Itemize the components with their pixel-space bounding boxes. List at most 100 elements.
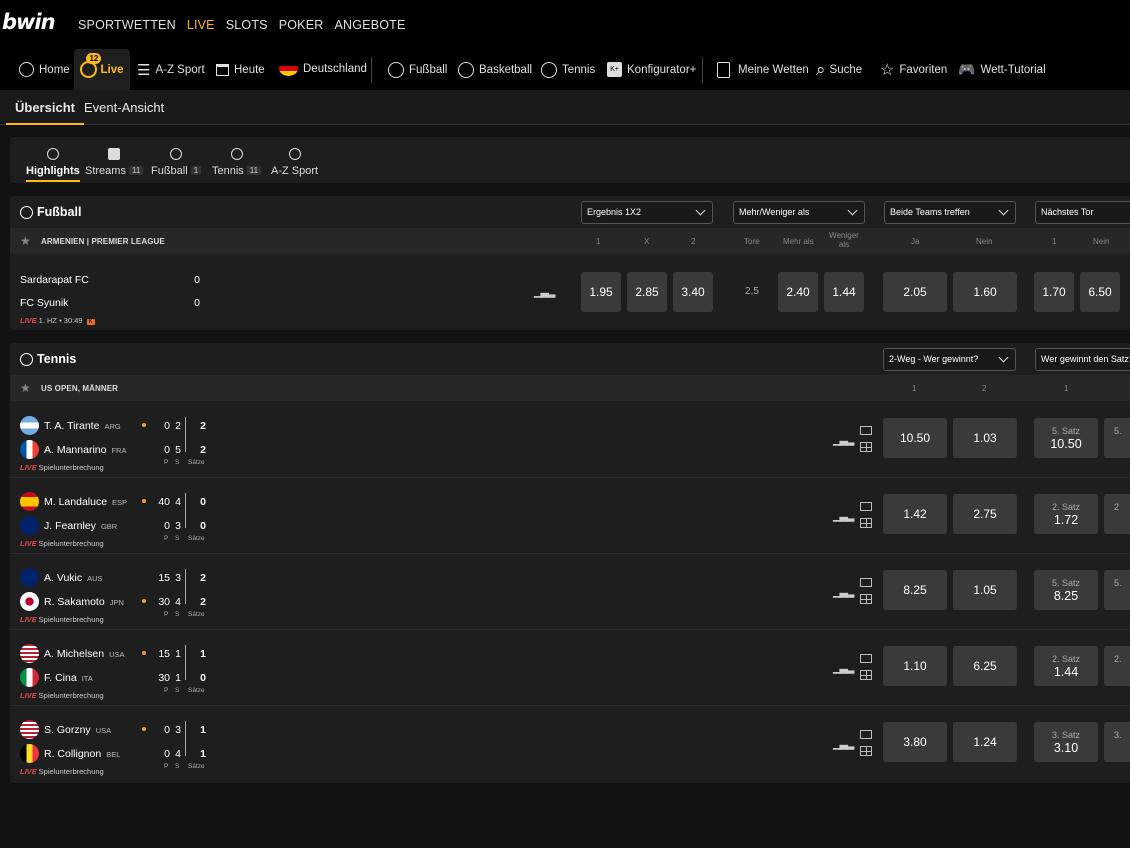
chip-tennis[interactable]: Tennis 11 <box>212 137 262 177</box>
nav-home[interactable]: Home <box>19 49 70 90</box>
market-dropdown-over-under[interactable]: Mehr/Weniger als <box>733 201 865 224</box>
scoreboard-icon[interactable] <box>860 594 872 604</box>
odd-button[interactable]: 1.44 <box>824 272 864 312</box>
odd-button[interactable]: 3.40 <box>673 272 713 312</box>
odd-button[interactable]: 1.05 <box>953 570 1017 610</box>
market-dropdown-set-winner[interactable]: Wer gewinnt den Satz? <box>1035 348 1130 371</box>
nav-meine-wetten[interactable]: Meine Wetten <box>717 49 809 90</box>
stats-icon[interactable]: ▁▃▂ <box>534 285 555 298</box>
odd-button[interactable]: 6.50 <box>1080 272 1120 312</box>
tab-event-ansicht[interactable]: Event-Ansicht <box>84 90 164 125</box>
odd-button[interactable]: 1.70 <box>1034 272 1074 312</box>
home-team[interactable]: Sardarapat FC <box>20 274 89 286</box>
player-name: A. Michelsen <box>44 648 105 660</box>
scoreboard-icon[interactable] <box>860 518 872 528</box>
scoreboard-icon[interactable] <box>860 670 872 680</box>
favorite-star-icon[interactable]: ★ <box>20 234 31 248</box>
odd-button[interactable]: 2.05 <box>883 272 947 312</box>
topnav-slots[interactable]: SLOTS <box>226 18 268 32</box>
topnav-poker[interactable]: POKER <box>279 18 324 32</box>
set-odd-button-partial[interactable]: 5. <box>1104 570 1130 610</box>
chip-az-sport[interactable]: A-Z Sport <box>271 137 318 177</box>
stats-icon[interactable]: ▁▃▂ <box>833 661 854 674</box>
odd-button[interactable]: 2.75 <box>953 494 1017 534</box>
player-2[interactable]: R. Sakamoto JPN <box>44 596 124 608</box>
topnav-angebote[interactable]: ANGEBOTE <box>334 18 405 32</box>
scoreboard-icon[interactable] <box>860 746 872 756</box>
player-2[interactable]: F. Cina ITA <box>44 672 93 684</box>
games-label: S <box>175 763 180 770</box>
bwin-logo[interactable]: bwin <box>2 10 56 34</box>
sets: 0 <box>200 672 206 684</box>
player-1[interactable]: M. Landaluce ESP <box>44 496 127 508</box>
scoreboard-icon[interactable] <box>860 442 872 452</box>
topnav-live[interactable]: LIVE <box>187 18 215 32</box>
player-2[interactable]: J. Fearnley GBR <box>44 520 117 532</box>
odd-button[interactable]: 1.10 <box>883 646 947 686</box>
nav-tennis[interactable]: Tennis <box>541 49 595 90</box>
nav-favoriten[interactable]: ☆ Favoriten <box>880 49 947 90</box>
market-dropdown-1x2[interactable]: Ergebnis 1X2 <box>581 201 713 224</box>
odd-button[interactable]: 1.24 <box>953 722 1017 762</box>
set-odd-button[interactable]: 5. Satz 10.50 <box>1034 418 1098 458</box>
nav-deutschland[interactable]: Deutschland <box>279 48 367 89</box>
nav-heute[interactable]: Heute <box>216 49 265 90</box>
chip-highlights[interactable]: Highlights <box>26 137 80 182</box>
set-odd-button[interactable]: 5. Satz 8.25 <box>1034 570 1098 610</box>
set-odd-button-partial[interactable]: 3. <box>1104 722 1130 762</box>
nav-basketball[interactable]: Basketball <box>458 49 532 90</box>
odd-button[interactable]: 1.42 <box>883 494 947 534</box>
player-1[interactable]: A. Vukic AUS <box>44 572 103 584</box>
player-2[interactable]: R. Collignon BEL <box>44 748 120 760</box>
market-dropdown-btts[interactable]: Beide Teams treffen <box>884 201 1016 224</box>
odd-button[interactable]: 2.85 <box>627 272 667 312</box>
points-label: P <box>164 687 169 694</box>
stats-icon[interactable]: ▁▃▂ <box>833 433 854 446</box>
odd-button[interactable]: 2.40 <box>778 272 818 312</box>
league-name[interactable]: US OPEN, MÄNNER <box>41 384 118 393</box>
chip-streams[interactable]: Streams 11 <box>85 137 144 177</box>
video-stream-icon[interactable] <box>860 502 872 511</box>
sets: 0 <box>200 496 206 508</box>
nav-konfigurator[interactable]: K+ Konfigurator+ <box>607 49 696 90</box>
player-1[interactable]: A. Michelsen USA <box>44 648 125 660</box>
sets: 2 <box>200 444 206 456</box>
nav-wett-tutorial[interactable]: 🎮 Wett-Tutorial <box>958 49 1046 90</box>
set-odd-button-partial[interactable]: 5. <box>1104 418 1130 458</box>
odd-button[interactable]: 10.50 <box>883 418 947 458</box>
odd-button[interactable]: 6.25 <box>953 646 1017 686</box>
odd-button[interactable]: 3.80 <box>883 722 947 762</box>
market-dropdown-next-goal[interactable]: Nächstes Tor <box>1035 201 1130 224</box>
tab-uebersicht[interactable]: Übersicht <box>6 90 84 125</box>
set-odd-button-partial[interactable]: 2 <box>1104 494 1130 534</box>
stats-icon[interactable]: ▁▃▂ <box>833 737 854 750</box>
set-odd-button[interactable]: 2. Satz 1.72 <box>1034 494 1098 534</box>
set-label: 2. <box>1114 654 1122 664</box>
odd-button[interactable]: 8.25 <box>883 570 947 610</box>
video-stream-icon[interactable] <box>860 578 872 587</box>
set-odd-button[interactable]: 2. Satz 1.44 <box>1034 646 1098 686</box>
chip-fussball[interactable]: Fußball 1 <box>151 137 202 177</box>
nav-fussball[interactable]: Fußball <box>388 49 447 90</box>
nav-suche[interactable]: ⌕ Suche <box>816 49 862 90</box>
video-stream-icon[interactable] <box>860 654 872 663</box>
odd-button[interactable]: 1.03 <box>953 418 1017 458</box>
set-odd-button[interactable]: 3. Satz 3.10 <box>1034 722 1098 762</box>
stats-icon[interactable]: ▁▃▂ <box>833 585 854 598</box>
player-1[interactable]: S. Gorzny USA <box>44 724 111 736</box>
nav-live[interactable]: 12 Live <box>74 49 130 90</box>
market-dropdown-2way[interactable]: 2-Weg - Wer gewinnt? <box>883 348 1016 371</box>
player-1[interactable]: T. A. Tirante ARG <box>44 420 121 432</box>
video-stream-icon[interactable] <box>860 426 872 435</box>
set-odd-button-partial[interactable]: 2. <box>1104 646 1130 686</box>
video-stream-icon[interactable] <box>860 730 872 739</box>
odd-button[interactable]: 1.60 <box>953 272 1017 312</box>
player-2[interactable]: A. Mannarino FRA <box>44 444 126 456</box>
topnav-sportwetten[interactable]: SPORTWETTEN <box>78 18 176 32</box>
odd-button[interactable]: 1.95 <box>581 272 621 312</box>
away-team[interactable]: FC Syunik <box>20 297 68 309</box>
stats-icon[interactable]: ▁▃▂ <box>833 509 854 522</box>
league-name[interactable]: ARMENIEN | PREMIER LEAGUE <box>41 237 165 246</box>
nav-az-sport[interactable]: ☰ A-Z Sport <box>137 49 205 90</box>
favorite-star-icon[interactable]: ★ <box>20 381 31 395</box>
